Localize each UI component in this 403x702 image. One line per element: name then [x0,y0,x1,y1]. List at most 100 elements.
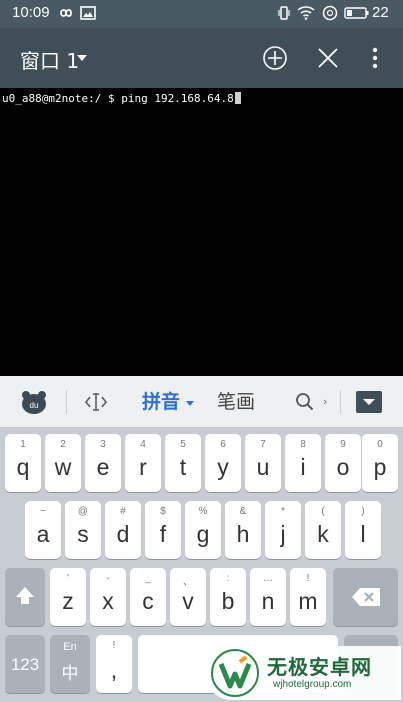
add-window-button[interactable] [258,41,292,75]
svg-text:du: du [30,401,39,410]
watermark-logo-icon [211,649,259,697]
app-bar: 窗口 1 [0,28,403,88]
key-m[interactable]: ! m [290,568,326,626]
key-sub-label: ! [112,640,116,651]
chevron-right-icon[interactable]: › [323,395,327,408]
key-n[interactable]: … n [250,568,286,626]
vibrate-icon [278,6,290,20]
stroke-mode-button[interactable]: 笔画 [217,376,255,428]
circle-icon [322,5,338,21]
key-label: s [77,521,89,547]
key-label: t [179,454,187,480]
key-label: c [142,588,154,614]
key-sub-label: ) [361,506,365,517]
ime-logo-icon[interactable]: du [20,389,48,415]
key-p[interactable]: 0p [362,434,398,492]
hide-keyboard-icon[interactable] [355,390,383,414]
chevron-down-icon[interactable] [77,55,87,61]
key-u[interactable]: 7u [245,434,281,492]
window-title-dropdown[interactable]: 窗口 1 [20,45,79,74]
key-sub-label: $ [160,506,166,517]
key-w[interactable]: 2w [45,434,81,492]
punctuation-key[interactable]: ! , [96,635,132,693]
pinyin-dropdown-caret[interactable] [186,401,194,406]
key-sub-label: @ [77,506,89,517]
key-label: h [236,521,250,547]
key-sub-label: 8 [300,439,306,450]
key-sub-label: % [198,506,208,517]
toolbar-divider [66,390,67,414]
key-z[interactable]: ' z [50,568,86,626]
key-x[interactable]: -x [90,568,126,626]
backspace-icon [352,588,380,606]
key-label: y [217,454,229,480]
shift-key[interactable] [5,568,45,626]
key-sub-label: 1 [20,439,26,450]
status-bar: 10:09 22 [0,0,403,28]
toolbar-divider [340,390,341,414]
key-label: m [298,588,318,614]
key-sub-label: ~ [40,506,46,517]
terminal-view[interactable]: u0_a88@m2note:/ $ ping 192.168.64.8 [0,88,403,376]
battery-level: 22 [372,4,389,21]
key-s[interactable]: @ s [65,501,101,559]
key-j[interactable]: * j [265,501,301,559]
search-icon[interactable] [294,391,316,413]
key-sub-label: ' [67,573,69,584]
key-f[interactable]: $ f [145,501,181,559]
soft-keyboard: du 拼音 笔画 › 1q 2w 3e 4r 5t 6y 7u 8i 9 o 0… [0,376,403,702]
key-e[interactable]: 3e [85,434,121,492]
key-r[interactable]: 4r [125,434,161,492]
key-label: p [373,454,387,480]
key-t[interactable]: 5t [165,434,201,492]
backspace-key[interactable] [333,568,398,626]
key-g[interactable]: % g [185,501,221,559]
pinyin-mode-button[interactable]: 拼音 [142,376,180,428]
key-sub-label: 3 [100,439,106,450]
key-label: , [110,657,118,683]
terminal-command-text: u0_a88@m2note:/ $ ping 192.168.64.8 [2,92,234,105]
key-label: w [54,454,72,480]
key-sub-label: 2 [60,439,66,450]
key-label: r [139,454,147,480]
key-k[interactable]: (k [305,501,341,559]
key-y[interactable]: 6y [205,434,241,492]
key-i[interactable]: 8i [285,434,321,492]
key-label: z [62,588,74,614]
key-l[interactable]: ) l [345,501,381,559]
key-sub-label: _ [145,573,151,584]
key-sub-label: … [263,573,273,584]
key-h[interactable]: & h [225,501,261,559]
key-label: d [116,521,130,547]
watermark-url: wjhotelgroup.com [273,679,352,690]
numbers-key[interactable]: 123 [5,635,45,693]
key-d[interactable]: # d [105,501,141,559]
key-o[interactable]: 9o [325,434,361,492]
key-label: o [336,454,350,480]
key-label: 123 [10,655,40,674]
terminal-prompt-line: u0_a88@m2note:/ $ ping 192.168.64.8 [2,92,241,105]
key-b[interactable]: :b [210,568,246,626]
key-v[interactable]: 、 v [170,568,206,626]
key-c[interactable]: _ c [130,568,166,626]
key-sub-label: 7 [260,439,266,450]
cursor-move-icon[interactable] [84,391,108,413]
key-sub-label: : [226,573,230,584]
key-a[interactable]: ~ a [25,501,61,559]
wifi-icon [297,6,315,20]
overflow-menu-icon[interactable] [358,41,392,75]
key-sub-label: 9 [340,439,346,450]
close-window-button[interactable] [311,41,345,75]
key-sub-label: 、 [183,577,193,588]
language-switch-key[interactable]: En 中 [50,635,90,693]
key-label: x [102,588,114,614]
key-sub-label: 5 [180,439,186,450]
key-label: i [300,454,306,480]
key-sub-label: En [63,641,77,653]
key-area: 1q 2w 3e 4r 5t 6y 7u 8i 9o 0p ~ a @ s # d $… [0,428,403,702]
key-label: e [96,454,110,480]
shift-arrow-icon [16,587,34,604]
key-q[interactable]: 1q [5,434,41,492]
watermark-brand: 无极安卓网 [267,655,372,679]
key-sub-label: - [106,573,110,584]
